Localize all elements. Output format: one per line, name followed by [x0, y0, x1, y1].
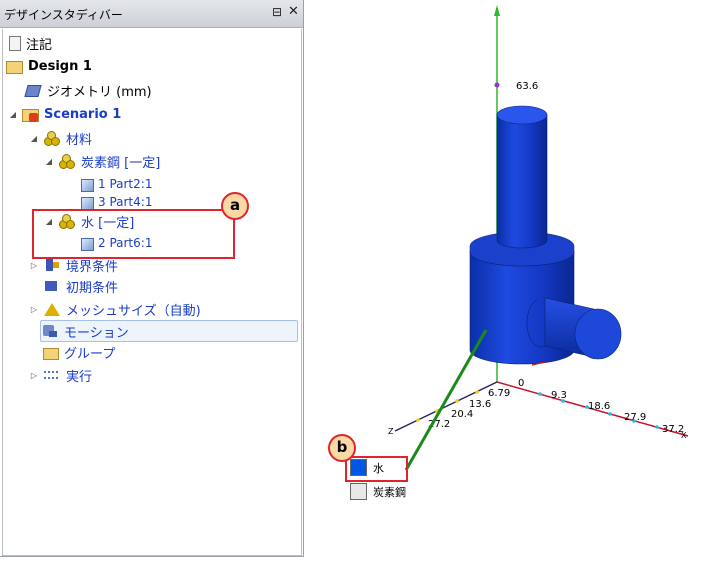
panel-title: デザインスタディバー [4, 8, 123, 22]
collapse-arrow-icon[interactable]: ◢ [29, 134, 39, 143]
z-axis-label: Z [388, 427, 394, 436]
expand-arrow-icon[interactable]: ▷ [29, 261, 39, 270]
tree-item-label: グループ [64, 346, 116, 362]
note-icon [9, 35, 21, 51]
initial-condition-icon [43, 278, 61, 294]
tree-item-label: Design 1 [28, 58, 92, 74]
3d-model [469, 105, 622, 366]
tree-item-run[interactable]: ▷ 実行 [29, 365, 92, 385]
legend-item-carbon-steel: 炭素鋼 [350, 483, 406, 500]
tree-item-label: モーション [64, 325, 129, 341]
collapse-arrow-icon[interactable]: ◢ [44, 157, 54, 166]
group-icon [43, 347, 59, 360]
tree-item-carbon-steel[interactable]: ◢ 炭素鋼 [一定] [44, 151, 160, 171]
tree-item-initial[interactable]: 初期条件 [43, 276, 118, 296]
x-tick-label: 27.9 [624, 412, 646, 423]
tree-item-materials[interactable]: ◢ 材料 [29, 128, 92, 148]
callout-box-a [32, 209, 235, 259]
tree-item-label: 実行 [66, 369, 93, 385]
tree-item-part2[interactable]: 1 Part2:1 [78, 174, 152, 194]
expand-arrow-icon[interactable]: ▷ [29, 371, 39, 380]
pin-icon[interactable]: ⊟ [272, 5, 282, 19]
tree-item-label: 1 Part2:1 [98, 177, 153, 191]
tree-item-geometry[interactable]: ジオメトリ (mm) [24, 80, 152, 100]
tree-item-design[interactable]: Design 1 [6, 56, 92, 76]
tree-item-label: ジオメトリ (mm) [47, 84, 152, 100]
panel-titlebar: デザインスタディバー ⊟ ✕ [0, 0, 303, 28]
y-tick-label: 63.6 [516, 81, 538, 92]
tree-item-label: メッシュサイズ（自動) [66, 303, 201, 319]
materials-icon [43, 130, 61, 146]
legend-swatch-carbon-steel [350, 483, 367, 500]
motion-icon [41, 323, 59, 339]
tree-item-label: 炭素鋼 [一定] [81, 155, 161, 171]
callout-box-b [345, 456, 408, 482]
tree-item-label: 材料 [66, 132, 93, 148]
tree-item-note[interactable]: 注記 [6, 33, 52, 53]
x-tick-label: 9.3 [551, 390, 567, 401]
geometry-icon [24, 82, 42, 98]
callout-bubble-b: b [328, 434, 356, 462]
x-tick-label: 18.6 [588, 401, 610, 412]
x-tick-label: 0 [518, 378, 524, 389]
tree-item-scenario[interactable]: ◢ Scenario 1 [8, 104, 121, 124]
upper-cylinder [496, 114, 548, 249]
run-icon [43, 367, 61, 383]
legend-label: 炭素鋼 [373, 485, 406, 499]
tree-item-label: Scenario 1 [44, 106, 122, 122]
callout-bubble-a: a [221, 192, 249, 220]
part-icon [81, 196, 94, 210]
part-icon [81, 178, 94, 192]
z-tick-label: 20.4 [451, 409, 473, 420]
tree-item-label: 注記 [26, 37, 53, 53]
tree-item-mesh[interactable]: ▷ メッシュサイズ（自動) [29, 299, 201, 319]
z-tick-label: 6.79 [488, 388, 510, 399]
expand-arrow-icon[interactable]: ▷ [29, 305, 39, 314]
collapse-arrow-icon[interactable]: ◢ [8, 110, 18, 119]
material-icon [58, 153, 76, 169]
design-icon [6, 61, 23, 74]
y-tick-mark [494, 82, 500, 88]
tree-item-group[interactable]: グループ [43, 342, 115, 362]
mesh-icon [43, 301, 61, 317]
design-study-panel: デザインスタディバー ⊟ ✕ 注記 Design 1 ジオメトリ (mm) ◢ … [0, 0, 304, 557]
x-axis-label: X [681, 431, 687, 440]
tree-item-label: 3 Part4:1 [98, 195, 153, 209]
boundary-condition-icon [43, 257, 61, 273]
scenario-icon [22, 109, 39, 122]
close-icon[interactable]: ✕ [288, 4, 299, 19]
tree-item-motion[interactable]: モーション [40, 320, 298, 342]
tree-item-label: 初期条件 [66, 280, 119, 296]
y-axis-arrow [494, 5, 500, 16]
